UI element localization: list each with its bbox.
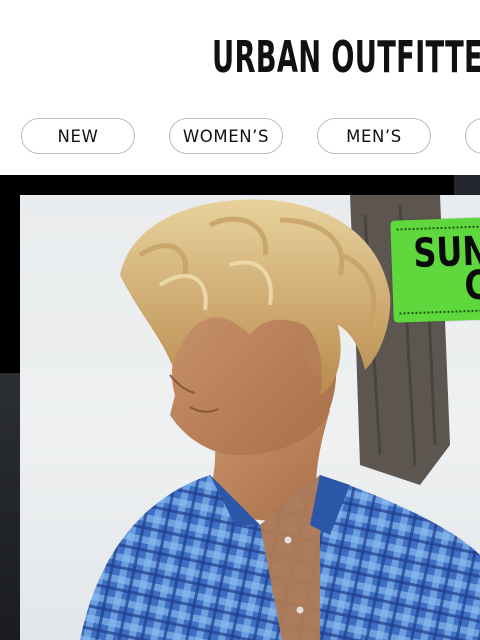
nav-pill-new[interactable]: NEW [21,118,135,154]
nav-pill-womens[interactable]: WOMEN’S [169,118,283,154]
sticker-text-line2: C [463,262,480,310]
promo-sticker[interactable]: SUN C [390,217,480,323]
site-header: URBAN OUTFITTERS NEW WOMEN’S MEN’S [0,0,480,175]
brand-logo[interactable]: URBAN OUTFITTERS [212,28,480,88]
category-nav: NEW WOMEN’S MEN’S [0,118,480,156]
nav-pill-label: WOMEN’S [182,126,270,146]
sticker-dotted-line [399,309,480,315]
hero-side-image-left [0,373,20,640]
nav-pill-next[interactable] [465,118,480,154]
nav-pill-label: NEW [57,126,99,146]
nav-pill-mens[interactable]: MEN’S [317,118,431,154]
hero-banner[interactable]: SUN C [0,175,480,640]
nav-pill-label: MEN’S [346,126,402,146]
